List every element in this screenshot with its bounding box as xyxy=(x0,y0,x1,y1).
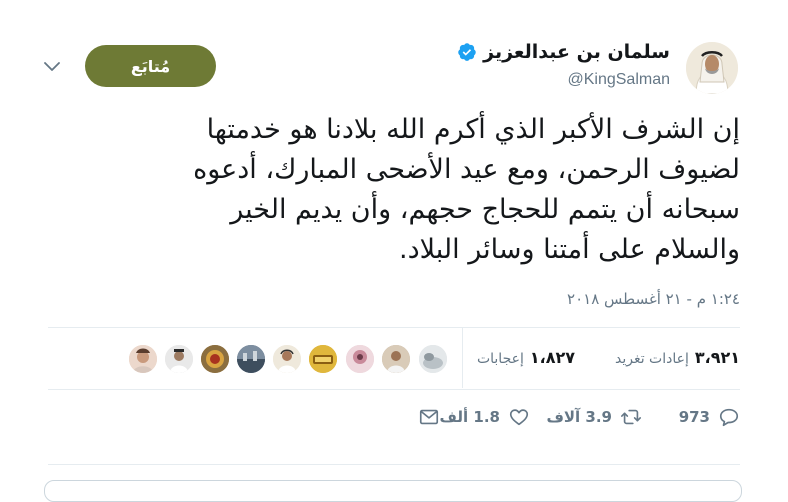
tweet-action-bar: 973 3.9 آلاف 1.8 ألف xyxy=(0,400,788,434)
liker-avatar[interactable] xyxy=(235,343,267,375)
like-count: 1.8 ألف xyxy=(439,408,500,426)
liker-avatar[interactable] xyxy=(344,343,376,375)
divider xyxy=(48,389,740,390)
liker-avatar[interactable] xyxy=(380,343,412,375)
tweet-text: إن الشرف الأكبر الذي أكرم الله بلادنا هو… xyxy=(60,110,740,270)
likes-stat[interactable]: ١،٨٢٧ إعجابات xyxy=(477,348,575,367)
retweet-count: 3.9 آلاف xyxy=(546,408,612,426)
author-name-row[interactable]: سلمان بن عبدالعزيز xyxy=(457,41,670,63)
retweet-icon[interactable] xyxy=(620,406,642,428)
tweet-timestamp[interactable]: ١:٢٤ م - ٢١ أغسطس ٢٠١٨ xyxy=(567,290,740,308)
liker-avatars xyxy=(127,343,449,375)
like-action[interactable]: 1.8 ألف xyxy=(440,400,530,434)
liker-avatar[interactable] xyxy=(417,343,449,375)
liker-avatar[interactable] xyxy=(271,343,303,375)
direct-message-action[interactable] xyxy=(418,400,440,434)
retweets-stat[interactable]: ٣،٩٢١ إعادات تغريد xyxy=(615,348,740,367)
liker-avatar[interactable] xyxy=(199,343,231,375)
tweet: سلمان بن عبدالعزيز @KingSalman مُتابَع إ… xyxy=(0,0,788,502)
tweet-text-line: سبحانه أن يتمم للحجاج حجهم، وأن يديم الخ… xyxy=(230,194,740,225)
retweets-stat-label: إعادات تغريد xyxy=(614,351,689,367)
reply-action[interactable]: 973 xyxy=(679,400,740,434)
tweet-text-line: والسلام على أمتنا وسائر البلاد. xyxy=(399,234,740,265)
author-avatar[interactable] xyxy=(686,42,738,94)
tweet-text-line: إن الشرف الأكبر الذي أكرم الله بلادنا هو… xyxy=(206,114,740,145)
likes-stat-label: إعجابات xyxy=(476,351,524,367)
verified-badge-icon xyxy=(458,43,476,61)
liker-avatar[interactable] xyxy=(307,343,339,375)
liker-avatar[interactable] xyxy=(163,343,195,375)
following-button[interactable]: مُتابَع xyxy=(85,45,216,87)
author-handle[interactable]: @KingSalman xyxy=(567,71,670,89)
divider xyxy=(48,327,740,328)
tweet-text-line: لضيوف الرحمن، ومع عيد الأضحى المبارك، أد… xyxy=(193,154,740,185)
reply-input-box[interactable] xyxy=(44,480,742,502)
heart-icon[interactable] xyxy=(508,406,530,428)
likes-stat-count: ١،٨٢٧ xyxy=(529,348,575,367)
author-display-name[interactable]: سلمان بن عبدالعزيز xyxy=(483,41,670,63)
retweet-action[interactable]: 3.9 آلاف xyxy=(546,400,642,434)
liker-avatar[interactable] xyxy=(127,343,159,375)
reply-icon[interactable] xyxy=(718,406,740,428)
chevron-down-icon[interactable] xyxy=(44,61,60,73)
retweets-stat-count: ٣،٩٢١ xyxy=(694,348,740,367)
reply-count: 973 xyxy=(678,408,710,426)
divider xyxy=(48,464,740,465)
stats-divider xyxy=(462,328,463,388)
envelope-icon[interactable] xyxy=(418,406,440,428)
